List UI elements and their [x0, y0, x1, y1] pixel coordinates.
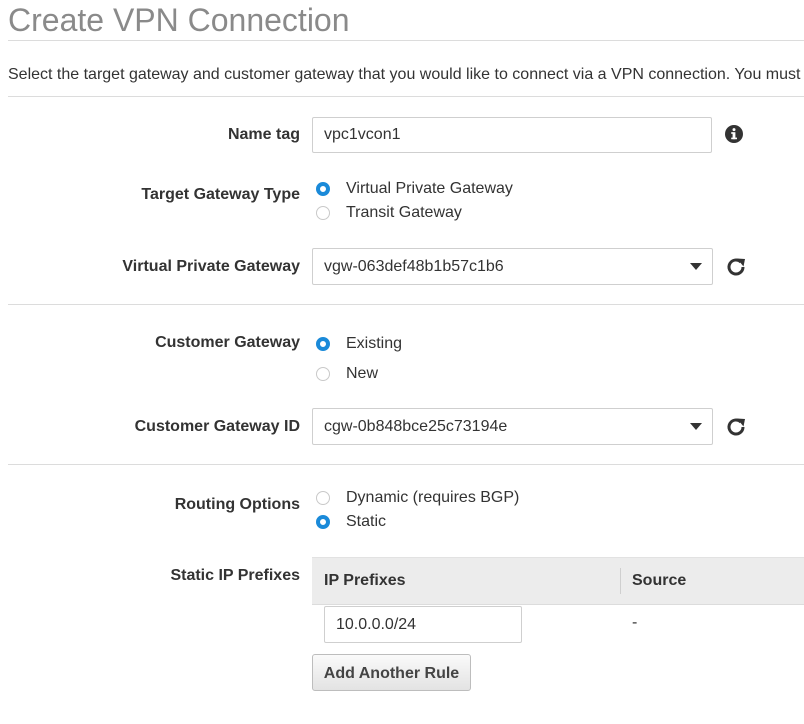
- page-title: Create VPN Connection: [8, 2, 350, 38]
- info-icon[interactable]: [723, 123, 747, 147]
- radio-unselected-icon[interactable]: [316, 206, 330, 220]
- virtual-private-gateway-select[interactable]: vgw-063def48b1b57c1b6: [312, 248, 713, 285]
- static-ip-prefixes-label: Static IP Prefixes: [170, 567, 300, 584]
- virtual-private-gateway-label: Virtual Private Gateway: [122, 258, 300, 275]
- add-another-rule-button[interactable]: Add Another Rule: [312, 654, 471, 691]
- prefix-table-header: IP Prefixes Source: [312, 557, 804, 605]
- radio-selected-icon[interactable]: [316, 182, 330, 196]
- radio-label: Virtual Private Gateway: [346, 180, 513, 197]
- chevron-down-icon: [690, 263, 702, 270]
- target-gateway-type-label: Target Gateway Type: [141, 186, 300, 203]
- intro-divider: [8, 96, 804, 97]
- radio-unselected-icon[interactable]: [316, 491, 330, 505]
- radio-label: Static: [346, 513, 387, 530]
- section-divider: [8, 464, 804, 465]
- routing-options-label: Routing Options: [174, 496, 300, 513]
- name-tag-label: Name tag: [227, 126, 300, 143]
- title-divider: [8, 40, 804, 41]
- section-divider: [8, 304, 804, 305]
- radio-selected-icon[interactable]: [316, 515, 330, 529]
- radio-unselected-icon[interactable]: [316, 367, 330, 381]
- source-value: -: [632, 614, 638, 631]
- refresh-icon[interactable]: [724, 255, 748, 279]
- customer-gateway-id-label: Customer Gateway ID: [134, 418, 300, 435]
- column-separator: [620, 568, 621, 594]
- create-vpn-connection-page: Create VPN Connection Select the target …: [0, 0, 804, 724]
- customer-gateway-id-select[interactable]: cgw-0b848bce25c73194e: [312, 408, 713, 445]
- customer-gateway-label: Customer Gateway: [155, 334, 300, 351]
- column-header-ip-prefixes: IP Prefixes: [324, 572, 406, 589]
- radio-label: Transit Gateway: [346, 204, 462, 221]
- select-value: cgw-0b848bce25c73194e: [324, 418, 508, 435]
- radio-label: Existing: [346, 335, 403, 352]
- radio-label: New: [346, 365, 379, 382]
- select-value: vgw-063def48b1b57c1b6: [324, 258, 504, 275]
- column-header-source: Source: [632, 572, 687, 589]
- radio-selected-icon[interactable]: [316, 337, 330, 351]
- refresh-icon[interactable]: [724, 415, 748, 439]
- intro-text: Select the target gateway and customer g…: [8, 66, 804, 83]
- chevron-down-icon: [690, 423, 702, 430]
- ip-prefix-input[interactable]: [324, 606, 522, 643]
- name-tag-input[interactable]: [312, 117, 712, 153]
- radio-label: Dynamic (requires BGP): [346, 489, 520, 506]
